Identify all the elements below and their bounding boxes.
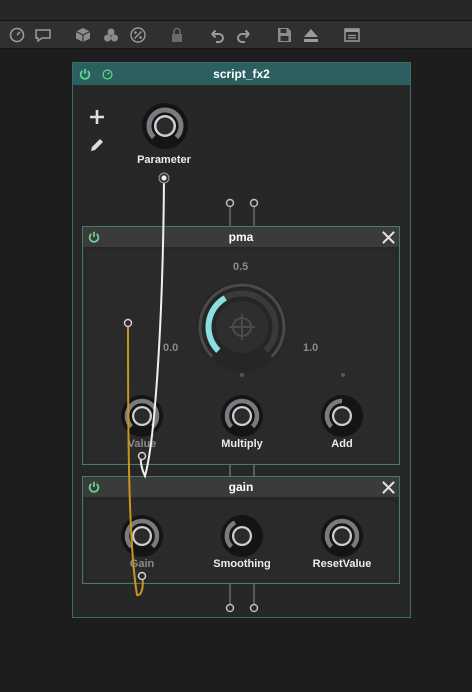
pma-header: pma [83, 227, 399, 248]
save-icon[interactable] [274, 25, 294, 45]
close-icon[interactable] [380, 229, 396, 245]
gain-knob[interactable] [119, 513, 165, 559]
clock-icon[interactable] [7, 25, 27, 45]
pma-title: pma [228, 230, 254, 244]
resetvalue-label: ResetValue [312, 558, 372, 570]
resetvalue-knob[interactable] [319, 513, 365, 559]
top-strip [0, 0, 472, 21]
add-label: Add [331, 438, 353, 450]
gain-node: gain Gain Smoothing ResetValue [82, 476, 400, 584]
scale-max-label: 1.0 [303, 342, 319, 354]
cube-icon[interactable] [73, 25, 93, 45]
multiply-knob[interactable] [219, 393, 265, 439]
redo-icon[interactable] [234, 25, 254, 45]
toolbar [0, 21, 472, 49]
container-title: script_fx2 [213, 67, 270, 81]
gain-label: Gain [129, 558, 155, 570]
container-header: script_fx2 [73, 63, 410, 85]
smoothing-label: Smoothing [213, 558, 271, 570]
pma-node: pma 0.5 0.0 1.0 Value Multiply Add [82, 226, 400, 465]
parameter-knob[interactable] [140, 101, 190, 151]
value-knob[interactable] [119, 393, 165, 439]
panel-icon[interactable] [342, 25, 362, 45]
add-knob[interactable] [319, 393, 365, 439]
gain-header: gain [83, 477, 399, 498]
value-label: Value [127, 438, 157, 450]
pma-display-knob[interactable] [195, 280, 289, 374]
scale-mid-label: 0.5 [233, 261, 249, 273]
eject-icon[interactable] [301, 25, 321, 45]
circles-icon[interactable] [101, 25, 121, 45]
parameter-label: Parameter [137, 154, 191, 166]
comment-icon[interactable] [33, 25, 53, 45]
indicator-dot [341, 373, 345, 377]
pencil-icon[interactable] [88, 136, 106, 154]
indicator-dot [240, 373, 244, 377]
close-icon[interactable] [380, 479, 396, 495]
lock-icon[interactable] [167, 25, 187, 45]
percent-icon[interactable] [128, 25, 148, 45]
add-icon[interactable] [87, 107, 107, 127]
smoothing-knob[interactable] [219, 513, 265, 559]
gain-title: gain [228, 480, 254, 494]
scale-min-label: 0.0 [163, 342, 179, 354]
undo-icon[interactable] [207, 25, 227, 45]
multiply-label: Multiply [221, 438, 263, 450]
